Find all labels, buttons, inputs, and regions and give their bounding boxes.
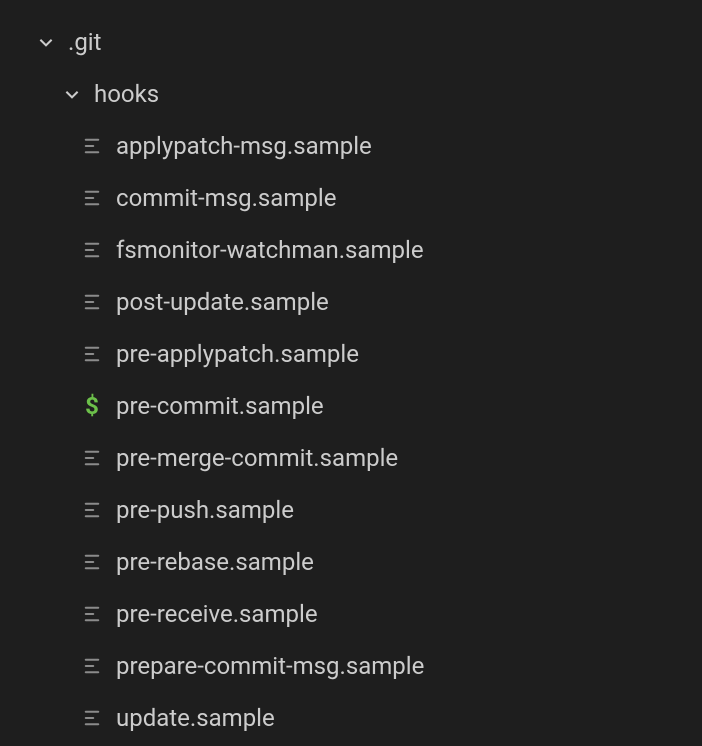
file-label: commit-msg.sample	[116, 184, 336, 212]
file-label: pre-rebase.sample	[116, 548, 314, 576]
folder-label: hooks	[94, 80, 159, 108]
shell-icon: $	[80, 392, 104, 420]
text-file-icon	[80, 240, 104, 260]
file-label: pre-merge-commit.sample	[116, 444, 398, 472]
folder-git[interactable]: .git	[0, 16, 702, 68]
text-file-icon	[80, 656, 104, 676]
file-item[interactable]: prepare-commit-msg.sample	[0, 640, 702, 692]
text-file-icon	[80, 448, 104, 468]
file-label: update.sample	[116, 704, 275, 732]
text-file-icon	[80, 188, 104, 208]
file-item[interactable]: applypatch-msg.sample	[0, 120, 702, 172]
file-item[interactable]: $ pre-commit.sample	[0, 380, 702, 432]
file-label: pre-push.sample	[116, 496, 294, 524]
text-file-icon	[80, 136, 104, 156]
text-file-icon	[80, 552, 104, 572]
file-label: applypatch-msg.sample	[116, 132, 372, 160]
text-file-icon	[80, 500, 104, 520]
file-label: pre-commit.sample	[116, 392, 324, 420]
file-label: prepare-commit-msg.sample	[116, 652, 424, 680]
file-label: pre-receive.sample	[116, 600, 318, 628]
text-file-icon	[80, 292, 104, 312]
file-item[interactable]: post-update.sample	[0, 276, 702, 328]
folder-hooks[interactable]: hooks	[0, 68, 702, 120]
file-item[interactable]: pre-applypatch.sample	[0, 328, 702, 380]
file-label: pre-applypatch.sample	[116, 340, 359, 368]
file-label: post-update.sample	[116, 288, 329, 316]
file-item[interactable]: update.sample	[0, 692, 702, 744]
file-item[interactable]: pre-push.sample	[0, 484, 702, 536]
chevron-down-icon	[60, 85, 84, 103]
text-file-icon	[80, 604, 104, 624]
text-file-icon	[80, 344, 104, 364]
file-item[interactable]: pre-merge-commit.sample	[0, 432, 702, 484]
folder-label: .git	[68, 28, 102, 56]
text-file-icon	[80, 708, 104, 728]
chevron-down-icon	[34, 33, 58, 51]
file-item[interactable]: pre-rebase.sample	[0, 536, 702, 588]
file-item[interactable]: pre-receive.sample	[0, 588, 702, 640]
file-item[interactable]: fsmonitor-watchman.sample	[0, 224, 702, 276]
file-item[interactable]: commit-msg.sample	[0, 172, 702, 224]
file-label: fsmonitor-watchman.sample	[116, 236, 424, 264]
